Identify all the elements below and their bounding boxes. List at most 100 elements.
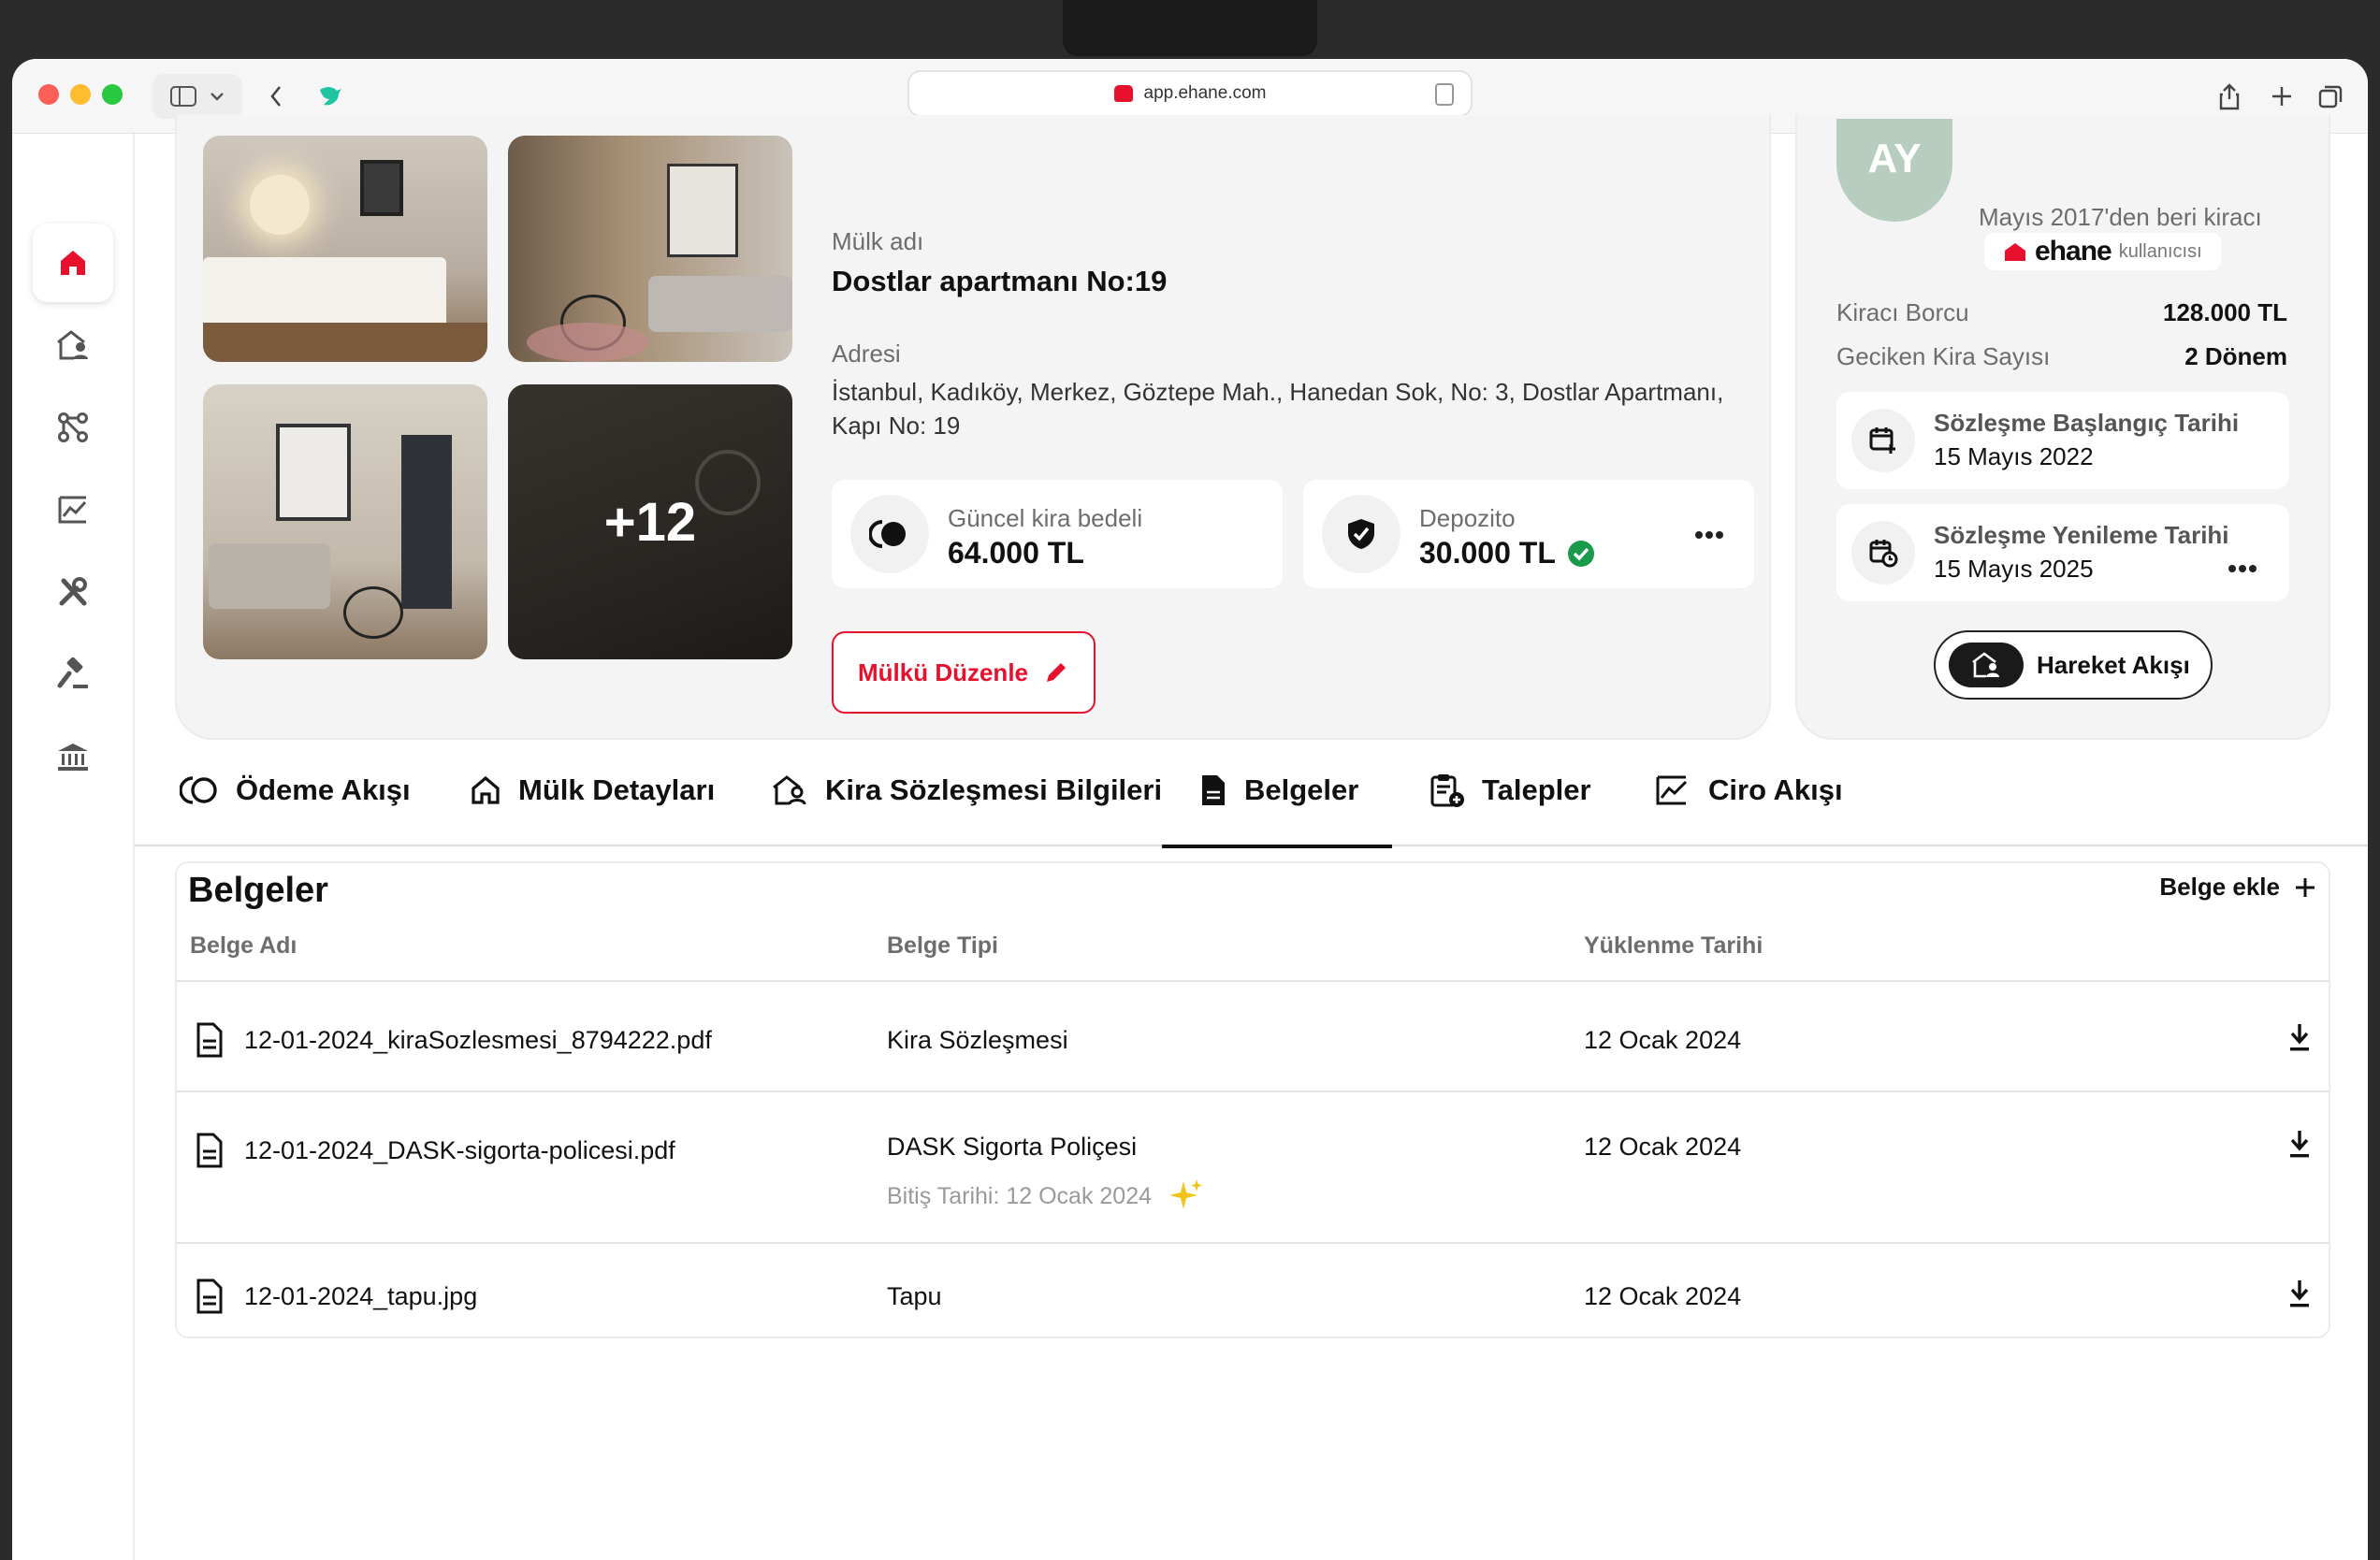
row-divider (177, 1091, 2329, 1092)
new-tab-button[interactable] (2263, 74, 2300, 119)
tab-property-details[interactable]: Mülk Detayları (470, 734, 715, 846)
edit-property-label: Mülkü Düzenle (857, 657, 1028, 686)
sidebar-item-legal[interactable] (33, 635, 113, 714)
chevron-left-icon (270, 86, 282, 107)
property-name-label: Mülk adı (832, 227, 924, 255)
late-rent-label: Geciken Kira Sayısı (1836, 342, 2051, 370)
property-photo-bedroom[interactable] (203, 136, 487, 362)
sparkle-icon[interactable] (1167, 1177, 1204, 1215)
start-icon-circle (1851, 409, 1915, 472)
document-expiry-row: Bitiş Tarihi: 12 Ocak 2024 (887, 1177, 1204, 1215)
tenant-avatar: AY (1836, 119, 1952, 222)
sidebar-item-reports[interactable] (33, 470, 113, 549)
reader-icon[interactable] (1435, 83, 1454, 106)
download-icon[interactable] (2287, 1129, 2312, 1159)
tenant-card: AY Mayıs 2017'den beri kiracı ehane kull… (1795, 115, 2330, 740)
contract-start-box: Sözleşme Başlangıç Tarihi 15 Mayıs 2022 (1836, 392, 2289, 489)
bird-extension-icon (320, 87, 341, 106)
share-icon (2219, 83, 2240, 110)
tools-icon (59, 577, 87, 606)
tab-requests-label: Talepler (1482, 773, 1591, 806)
deposit-more-button[interactable] (1694, 512, 1724, 548)
clipboard-plus-icon (1430, 774, 1464, 807)
contract-renew-label: Sözleşme Yenileme Tarihi (1934, 521, 2229, 549)
chart-trend-icon (58, 496, 87, 524)
house-person-icon (57, 330, 88, 360)
edit-property-button[interactable]: Mülkü Düzenle (832, 631, 1096, 714)
tabs-icon (2318, 85, 2343, 108)
detail-tabs: Ödeme Akışı Mülk Detayları Kira Sözleşme… (135, 734, 2368, 848)
gavel-icon (57, 657, 88, 688)
sidebar-item-maintenance[interactable] (33, 553, 113, 631)
tab-lease-info[interactable]: Kira Sözleşmesi Bilgileri (771, 734, 1162, 846)
document-date: 12 Ocak 2024 (1584, 1026, 1742, 1054)
plus-icon (2272, 87, 2291, 106)
sidebar-item-bank[interactable] (33, 717, 113, 796)
sidebar-toggle-button[interactable] (152, 74, 242, 119)
late-rent-value: 2 Dönem (2184, 342, 2287, 370)
site-favicon-icon (1113, 85, 1133, 102)
column-header-date[interactable]: Yüklenme Tarihi (1584, 932, 1763, 960)
header-divider (177, 980, 2329, 982)
activity-flow-button[interactable]: Hareket Akışı (1934, 630, 2213, 700)
verified-check-icon (1567, 540, 1594, 567)
sidebar-item-tenants[interactable] (33, 306, 113, 384)
tab-documents[interactable]: Belgeler (1161, 734, 1393, 848)
document-filled-icon (1202, 775, 1225, 805)
renew-more-button[interactable] (2228, 545, 2257, 582)
tab-documents-label: Belgeler (1244, 773, 1359, 806)
ehane-brand: ehane (2035, 236, 2112, 267)
tab-overview-button[interactable] (2312, 74, 2349, 119)
plus-icon (2296, 877, 2315, 897)
contract-start-label: Sözleşme Başlangıç Tarihi (1934, 409, 2240, 437)
contract-start-value: 15 Mayıs 2022 (1934, 442, 2094, 470)
document-date: 12 Ocak 2024 (1584, 1282, 1742, 1310)
deposit-value: 30.000 TL (1419, 536, 1556, 570)
ehane-user-badge: ehane kullanıcısı (1984, 233, 2221, 270)
tab-revenue-flow[interactable]: Ciro Akışı (1654, 734, 1843, 846)
document-name[interactable]: 12-01-2024_DASK-sigorta-policesi.pdf (244, 1136, 675, 1165)
documents-title: Belgeler (188, 871, 328, 910)
file-document-icon (196, 1133, 223, 1168)
rent-circle (850, 495, 929, 573)
rent-cycle-icon (869, 520, 906, 548)
share-button[interactable] (2211, 74, 2248, 119)
document-expiry: Bitiş Tarihi: 12 Ocak 2024 (887, 1182, 1153, 1209)
document-name[interactable]: 12-01-2024_tapu.jpg (244, 1282, 477, 1311)
address-bar[interactable]: app.ehane.com (907, 70, 1473, 117)
download-icon[interactable] (2287, 1278, 2312, 1308)
download-icon[interactable] (2287, 1022, 2312, 1052)
back-button[interactable] (257, 74, 295, 119)
payment-cycle-icon (180, 776, 217, 804)
tab-payment-flow[interactable]: Ödeme Akışı (180, 734, 411, 846)
property-photo-room[interactable] (203, 384, 487, 659)
tab-payment-flow-label: Ödeme Akışı (236, 773, 411, 806)
deposit-value-row: 30.000 TL (1419, 536, 1595, 571)
property-name: Dostlar apartmanı No:19 (832, 265, 1168, 297)
pencil-icon (1047, 663, 1066, 682)
ehane-brand-sub: kullanıcısı (2118, 240, 2202, 262)
document-type: Tapu (887, 1282, 942, 1310)
minimize-window-button[interactable] (70, 84, 91, 105)
ehane-logo-icon (2005, 243, 2025, 261)
column-header-name[interactable]: Belge Adı (190, 932, 297, 960)
property-photo-more[interactable]: +12 (508, 384, 792, 659)
browser-window: app.ehane.com +12 Mülk adı Dostlar apart… (12, 59, 2368, 1560)
current-rent-box: Güncel kira bedeli 64.000 TL (832, 480, 1283, 588)
property-photo-living[interactable] (508, 136, 792, 362)
deposit-label: Depozito (1419, 504, 1516, 532)
more-horizontal-icon (1695, 531, 1723, 539)
shield-check-icon (1348, 519, 1374, 549)
extension-button[interactable] (310, 74, 351, 119)
sidebar-item-flows[interactable] (33, 388, 113, 467)
sidebar-item-home[interactable] (33, 224, 113, 302)
zoom-window-button[interactable] (102, 84, 123, 105)
add-document-button[interactable]: Belge ekle (2159, 873, 2315, 902)
tab-lease-info-label: Kira Sözleşmesi Bilgileri (825, 773, 1163, 806)
document-name[interactable]: 12-01-2024_kiraSozlesmesi_8794222.pdf (244, 1026, 712, 1055)
close-window-button[interactable] (38, 84, 59, 105)
activity-icon-pill (1949, 643, 2024, 687)
tab-requests[interactable]: Talepler (1429, 734, 1591, 846)
column-header-type[interactable]: Belge Tipi (887, 932, 998, 960)
document-date: 12 Ocak 2024 (1584, 1133, 1742, 1161)
